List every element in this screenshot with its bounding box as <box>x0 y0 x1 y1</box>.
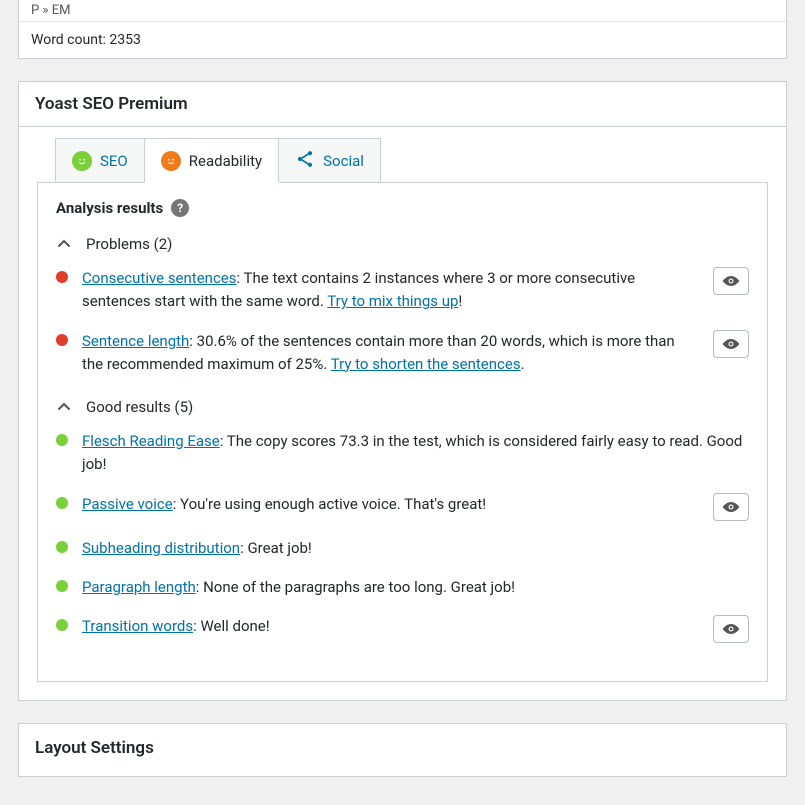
readability-score-icon <box>161 151 181 171</box>
tab-social[interactable]: Social <box>278 138 381 183</box>
eye-icon <box>721 622 741 636</box>
chevron-up-icon <box>56 236 72 252</box>
result-row: Consecutive sentences: The text contains… <box>56 267 749 314</box>
result-text: Passive voice: You're using enough activ… <box>82 493 691 516</box>
status-dot-green <box>56 497 68 509</box>
eye-icon <box>721 337 741 351</box>
result-text: Paragraph length: None of the paragraphs… <box>82 576 749 599</box>
result-text: Subheading distribution: Great job! <box>82 537 749 560</box>
good-results-list: Flesch Reading Ease: The copy scores 73.… <box>56 430 749 643</box>
tabs: SEO Readability Social <box>55 137 768 182</box>
tab-readability[interactable]: Readability <box>144 138 279 183</box>
analysis-heading-label: Analysis results <box>56 199 163 217</box>
status-dot-red <box>56 271 68 283</box>
tab-readability-label: Readability <box>189 152 262 170</box>
editor-footer: P » EM Word count: 2353 <box>18 0 787 59</box>
layout-settings-panel: Layout Settings <box>18 723 787 777</box>
chevron-up-icon <box>56 399 72 415</box>
highlight-button[interactable] <box>713 615 749 643</box>
status-dot-red <box>56 334 68 346</box>
tab-social-label: Social <box>323 152 364 170</box>
status-dot-green <box>56 541 68 553</box>
problems-toggle[interactable]: Problems (2) <box>56 235 749 253</box>
result-row: Sentence length: 30.6% of the sentences … <box>56 330 749 377</box>
result-link[interactable]: Paragraph length <box>82 578 196 596</box>
result-text: Transition words: Well done! <box>82 615 691 638</box>
eye-icon <box>721 274 741 288</box>
result-link[interactable]: Passive voice <box>82 495 173 513</box>
status-dot-green <box>56 580 68 592</box>
problems-list: Consecutive sentences: The text contains… <box>56 267 749 376</box>
panel-body: SEO Readability Social Analysis results … <box>19 137 786 700</box>
result-link[interactable]: Sentence length <box>82 332 189 350</box>
result-description: : Well done! <box>193 617 270 635</box>
tab-seo-label: SEO <box>100 152 128 170</box>
result-link[interactable]: Consecutive sentences <box>82 269 237 287</box>
result-text: Sentence length: 30.6% of the sentences … <box>82 330 691 377</box>
result-row: Flesch Reading Ease: The copy scores 73.… <box>56 430 749 477</box>
panel-header: Layout Settings <box>19 724 786 776</box>
result-row: Passive voice: You're using enough activ… <box>56 493 749 521</box>
result-row: Subheading distribution: Great job! <box>56 537 749 560</box>
element-path: P » EM <box>19 0 786 22</box>
result-row: Paragraph length: None of the paragraphs… <box>56 576 749 599</box>
analysis-results: Analysis results ? Problems (2) Consecut… <box>37 182 768 682</box>
result-link[interactable]: Transition words <box>82 617 193 635</box>
word-count: Word count: 2353 <box>19 22 786 58</box>
result-action-link[interactable]: Try to mix things up <box>327 292 458 310</box>
highlight-button[interactable] <box>713 330 749 358</box>
help-icon[interactable]: ? <box>171 199 189 217</box>
tab-seo[interactable]: SEO <box>55 138 145 183</box>
eye-icon <box>721 500 741 514</box>
status-dot-green <box>56 619 68 631</box>
panel-title: Yoast SEO Premium <box>35 94 770 114</box>
good-results-label: Good results (5) <box>86 398 193 416</box>
result-link[interactable]: Subheading distribution <box>82 539 240 557</box>
analysis-heading: Analysis results ? <box>56 199 749 217</box>
result-text: Consecutive sentences: The text contains… <box>82 267 691 314</box>
good-results-toggle[interactable]: Good results (5) <box>56 398 749 416</box>
result-description: : Great job! <box>240 539 312 557</box>
share-icon <box>295 149 315 173</box>
highlight-button[interactable] <box>713 493 749 521</box>
result-action-link[interactable]: Try to shorten the sentences <box>331 355 521 373</box>
result-row: Transition words: Well done! <box>56 615 749 643</box>
yoast-seo-panel: Yoast SEO Premium SEO Readability Social <box>18 81 787 701</box>
seo-score-icon <box>72 151 92 171</box>
result-link[interactable]: Flesch Reading Ease <box>82 432 220 450</box>
panel-header: Yoast SEO Premium <box>19 82 786 127</box>
status-dot-green <box>56 434 68 446</box>
panel-title: Layout Settings <box>35 738 770 758</box>
result-description: : None of the paragraphs are too long. G… <box>196 578 515 596</box>
result-text: Flesch Reading Ease: The copy scores 73.… <box>82 430 749 477</box>
result-description: : You're using enough active voice. That… <box>173 495 487 513</box>
highlight-button[interactable] <box>713 267 749 295</box>
problems-label: Problems (2) <box>86 235 172 253</box>
